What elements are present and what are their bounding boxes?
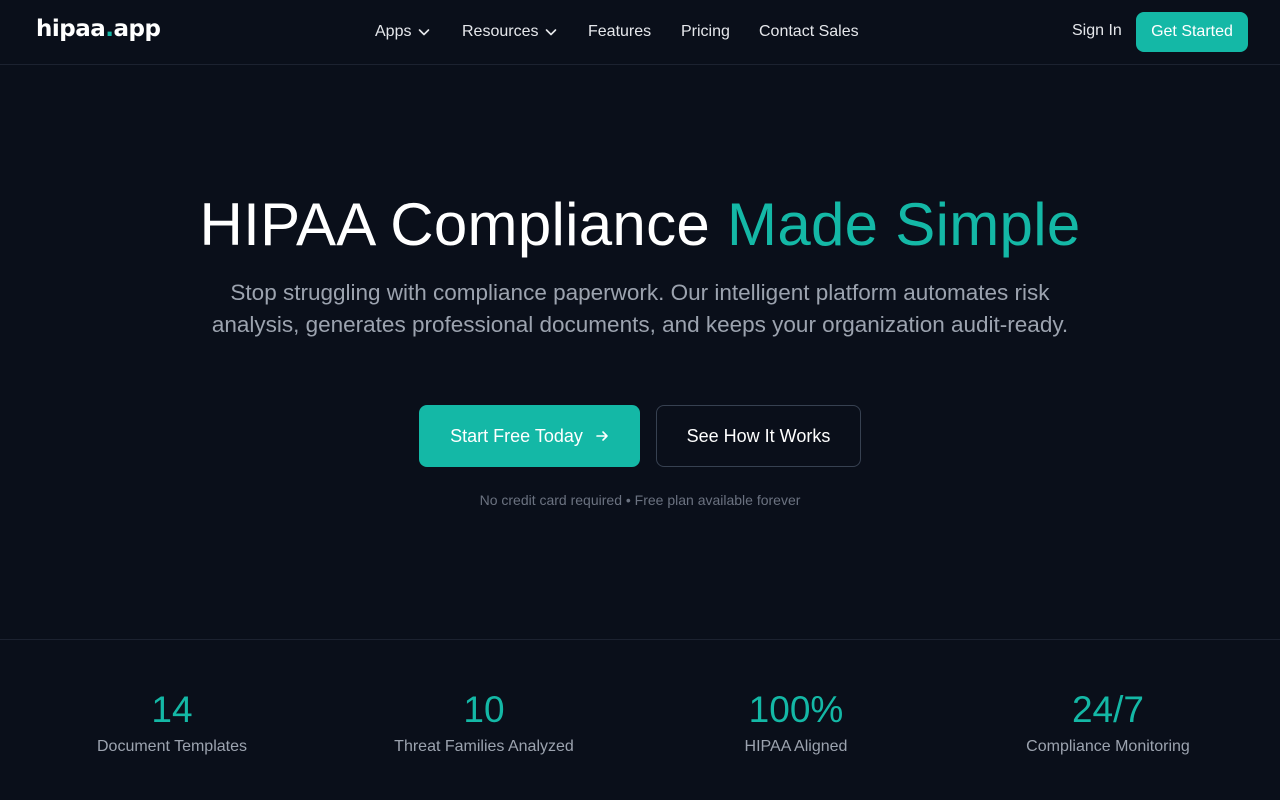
start-free-button[interactable]: Start Free Today (419, 405, 640, 467)
stat-item: 10 Threat Families Analyzed (328, 688, 640, 756)
chevron-down-icon (417, 25, 431, 39)
hero-title-accent: Made Simple (727, 191, 1081, 258)
logo-text-left: hipaa (36, 16, 106, 42)
hero-subtitle: Stop struggling with compliance paperwor… (211, 280, 1069, 337)
start-free-label: Start Free Today (450, 425, 583, 446)
logo-dot: . (105, 16, 114, 42)
get-started-button[interactable]: Get Started (1136, 12, 1248, 52)
hero-note: No credit card required • Free plan avai… (479, 492, 801, 508)
nav-links: Apps Resources Features Pricing Contact … (375, 0, 859, 64)
nav-item-pricing[interactable]: Pricing (681, 23, 759, 41)
sign-in-link[interactable]: Sign In (1072, 22, 1122, 40)
nav-item-label: Resources (462, 23, 539, 40)
nav-item-features[interactable]: Features (588, 23, 681, 41)
logo-text-right: app (113, 16, 161, 42)
top-navigation: hipaa.app Apps Resources Features Pricin… (0, 0, 1280, 65)
stat-value: 10 (463, 689, 505, 730)
nav-item-label: Features (588, 23, 652, 40)
hero-title-main: HIPAA Compliance (199, 191, 728, 258)
stat-value: 100% (748, 689, 844, 730)
stat-item: 24/7 Compliance Monitoring (952, 688, 1264, 756)
stat-label: Threat Families Analyzed (394, 738, 574, 755)
stat-label: HIPAA Aligned (744, 738, 848, 755)
nav-item-resources[interactable]: Resources (462, 23, 588, 41)
nav-item-apps[interactable]: Apps (375, 23, 462, 41)
stat-value: 24/7 (1071, 689, 1144, 730)
hero-title: HIPAA Compliance Made Simple (0, 190, 1280, 259)
stat-label: Document Templates (97, 738, 247, 755)
stat-item: 100% HIPAA Aligned (640, 688, 952, 756)
nav-item-label: Contact Sales (759, 23, 859, 40)
see-how-it-works-button[interactable]: See How It Works (656, 405, 861, 467)
stats-section: 14 Document Templates 10 Threat Families… (0, 639, 1280, 800)
arrow-right-icon (595, 429, 609, 443)
logo[interactable]: hipaa.app (36, 16, 161, 42)
stat-label: Compliance Monitoring (1026, 738, 1190, 755)
nav-item-contact-sales[interactable]: Contact Sales (759, 23, 859, 41)
stat-item: 14 Document Templates (16, 688, 328, 756)
nav-item-label: Apps (375, 23, 412, 40)
stat-value: 14 (151, 689, 193, 730)
chevron-down-icon (544, 25, 558, 39)
nav-item-label: Pricing (681, 23, 730, 40)
